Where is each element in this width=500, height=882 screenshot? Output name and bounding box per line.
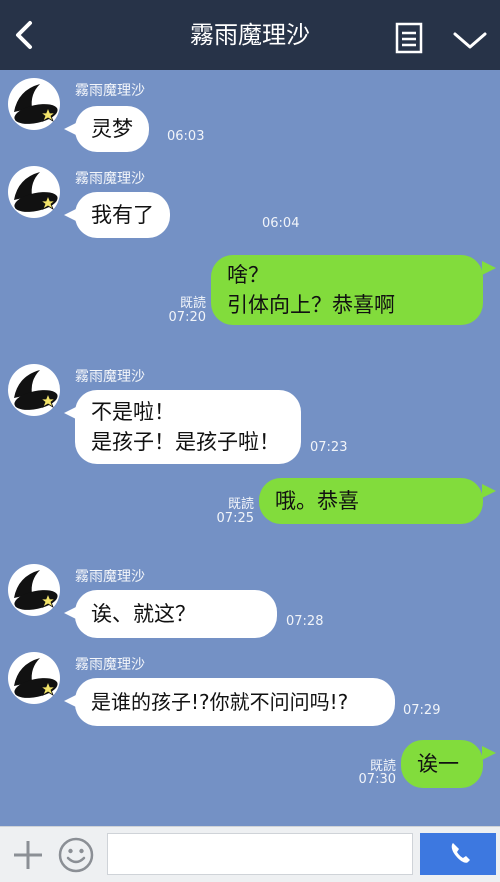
witch-hat-icon (14, 658, 58, 698)
bubble-tail (482, 484, 496, 498)
witch-hat-icon (14, 570, 58, 610)
timestamp: 07:30 (358, 772, 396, 787)
timestamp: 07:29 (403, 703, 441, 718)
message-bubble[interactable]: 啥？ 引体向上？恭喜啊 (211, 255, 483, 325)
witch-hat-icon (14, 84, 58, 124)
sender-name: 霧雨魔理沙 (75, 569, 145, 585)
smiley-icon (58, 837, 94, 873)
list-icon (395, 22, 423, 54)
message-bubble[interactable]: 诶一 (401, 740, 483, 788)
avatar[interactable] (8, 652, 60, 704)
read-receipt: 既読 (179, 296, 206, 311)
chevron-down-icon (453, 32, 487, 49)
expand-button[interactable] (450, 26, 490, 54)
message-composer (0, 826, 500, 882)
timestamp: 07:25 (216, 511, 254, 526)
message-bubble[interactable]: 哦。恭喜 (259, 478, 483, 524)
message-line: 不是啦！ (91, 400, 175, 424)
message-line: 啥？ (227, 263, 269, 287)
menu-button[interactable] (394, 22, 426, 54)
message-input[interactable] (107, 833, 413, 875)
avatar[interactable] (8, 78, 60, 130)
sender-name: 霧雨魔理沙 (75, 657, 145, 673)
avatar[interactable] (8, 564, 60, 616)
timestamp: 07:28 (286, 614, 324, 629)
avatar[interactable] (8, 364, 60, 416)
message-bubble[interactable]: 灵梦 (75, 106, 149, 152)
message-bubble[interactable]: 不是啦！ 是孩子！是孩子啦！ (75, 390, 301, 464)
avatar[interactable] (8, 166, 60, 218)
message-bubble[interactable]: 是谁的孩子!?你就不问问吗!? (75, 678, 395, 726)
bubble-tail (482, 746, 496, 760)
timestamp: 06:03 (167, 129, 205, 144)
chat-header: 霧雨魔理沙 (0, 0, 500, 70)
plus-icon (14, 841, 42, 869)
emoji-button[interactable] (58, 837, 94, 873)
message-line: 引体向上？恭喜啊 (227, 293, 395, 317)
bubble-tail (482, 261, 496, 275)
sender-name: 霧雨魔理沙 (75, 171, 145, 187)
timestamp: 06:04 (262, 216, 300, 231)
sender-name: 霧雨魔理沙 (75, 369, 145, 385)
phone-icon (451, 843, 470, 863)
message-bubble[interactable]: 诶、就这？ (75, 590, 277, 638)
witch-hat-icon (14, 370, 58, 410)
timestamp: 07:20 (168, 310, 206, 325)
timestamp: 07:23 (310, 440, 348, 455)
sender-name: 霧雨魔理沙 (75, 83, 145, 99)
witch-hat-icon (14, 172, 58, 212)
read-receipt: 既読 (227, 497, 254, 512)
call-button[interactable] (420, 833, 496, 875)
message-line: 是孩子！是孩子啦！ (91, 430, 280, 454)
attach-button[interactable] (12, 839, 44, 871)
message-bubble[interactable]: 我有了 (75, 192, 170, 238)
